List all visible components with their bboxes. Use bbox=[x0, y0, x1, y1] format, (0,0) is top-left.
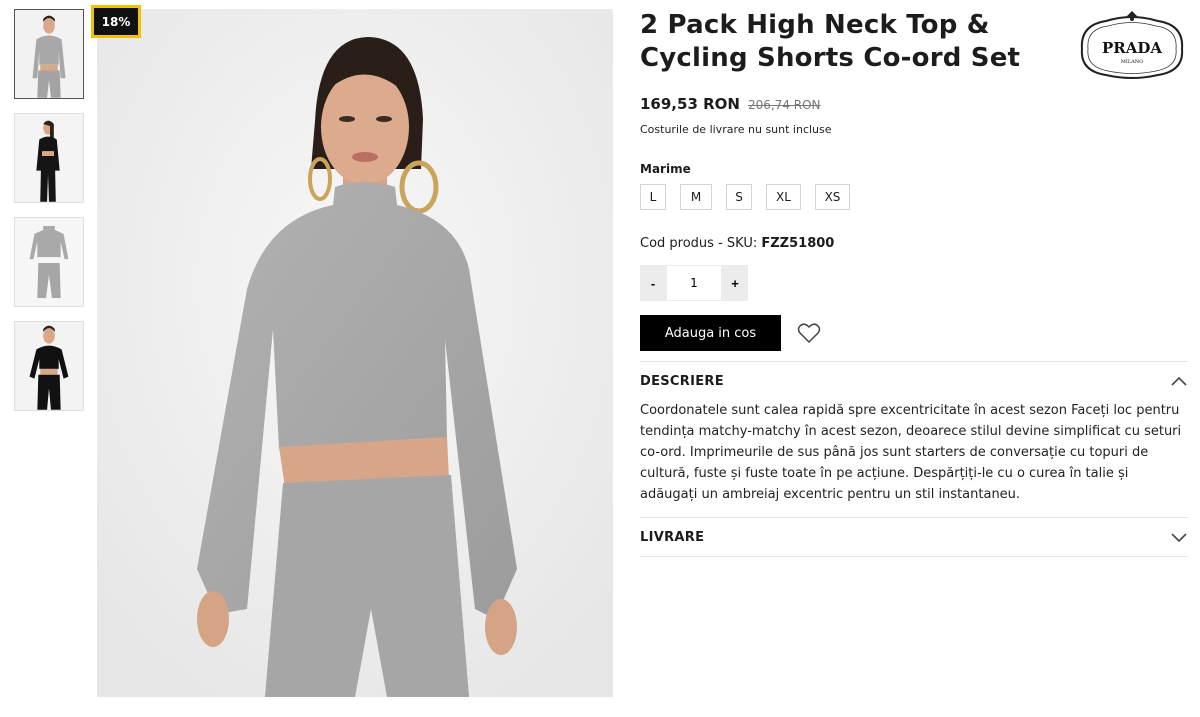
size-option-xl[interactable]: XL bbox=[766, 184, 801, 210]
shipping-note: Costurile de livrare nu sunt incluse bbox=[640, 123, 832, 136]
size-selector: L M S XL XS bbox=[640, 184, 1188, 210]
thumbnail-2[interactable] bbox=[14, 113, 84, 203]
brand-subtitle: MILANO bbox=[1121, 59, 1144, 65]
chevron-down-icon[interactable] bbox=[1170, 531, 1188, 543]
thumbnail-gallery bbox=[14, 9, 84, 425]
quantity-decrease-button[interactable]: - bbox=[640, 265, 666, 301]
product-title: 2 Pack High Neck Top & Cycling Shorts Co… bbox=[640, 10, 1021, 73]
quantity-increase-button[interactable]: + bbox=[722, 265, 748, 301]
sku-row: Cod produs - SKU: FZZ51800 bbox=[640, 236, 1188, 251]
price-current: 169,53 RON bbox=[640, 95, 740, 113]
main-product-image[interactable] bbox=[97, 9, 613, 697]
heart-icon[interactable] bbox=[797, 322, 821, 344]
delivery-accordion: LIVRARE bbox=[640, 517, 1188, 557]
description-text: Coordonatele sunt calea rapidă spre exce… bbox=[640, 403, 1182, 502]
price-old: 206,74 RON bbox=[747, 98, 821, 112]
thumbnail-2-image bbox=[15, 114, 83, 202]
quantity-input[interactable] bbox=[666, 265, 722, 301]
thumbnail-1-image bbox=[15, 10, 83, 98]
thumbnail-1[interactable] bbox=[14, 9, 84, 99]
discount-badge: 18% bbox=[91, 5, 141, 38]
description-accordion: DESCRIERE Coordonatele sunt calea rapidă… bbox=[640, 361, 1188, 517]
thumbnail-4[interactable] bbox=[14, 321, 84, 411]
delivery-title: LIVRARE bbox=[640, 529, 705, 545]
prada-logo-icon: PRADA MILANO bbox=[1080, 11, 1184, 79]
thumbnail-4-image bbox=[15, 322, 83, 410]
size-option-l[interactable]: L bbox=[640, 184, 666, 210]
price-row: 169,53 RON 206,74 RON bbox=[640, 95, 1188, 113]
description-header[interactable]: DESCRIERE bbox=[640, 362, 1188, 400]
size-option-m[interactable]: M bbox=[680, 184, 712, 210]
brand-logo[interactable]: PRADA MILANO bbox=[1076, 9, 1188, 83]
quantity-stepper: - + bbox=[640, 265, 748, 301]
product-details: 2 Pack High Neck Top & Cycling Shorts Co… bbox=[640, 9, 1188, 557]
product-photo bbox=[97, 9, 613, 697]
sku-label: Cod produs - SKU: bbox=[640, 236, 758, 251]
size-option-xs[interactable]: XS bbox=[815, 184, 850, 210]
brand-name: PRADA bbox=[1102, 39, 1162, 57]
delivery-header[interactable]: LIVRARE bbox=[640, 518, 1188, 556]
cart-row: Adauga in cos bbox=[640, 315, 1188, 351]
size-option-s[interactable]: S bbox=[726, 184, 752, 210]
sku-value: FZZ51800 bbox=[761, 236, 835, 251]
thumbnail-3[interactable] bbox=[14, 217, 84, 307]
add-to-cart-button[interactable]: Adauga in cos bbox=[640, 315, 781, 351]
thumbnail-3-image bbox=[15, 218, 83, 306]
size-label: Marime bbox=[640, 162, 691, 176]
description-title: DESCRIERE bbox=[640, 373, 724, 389]
chevron-up-icon[interactable] bbox=[1170, 375, 1188, 387]
